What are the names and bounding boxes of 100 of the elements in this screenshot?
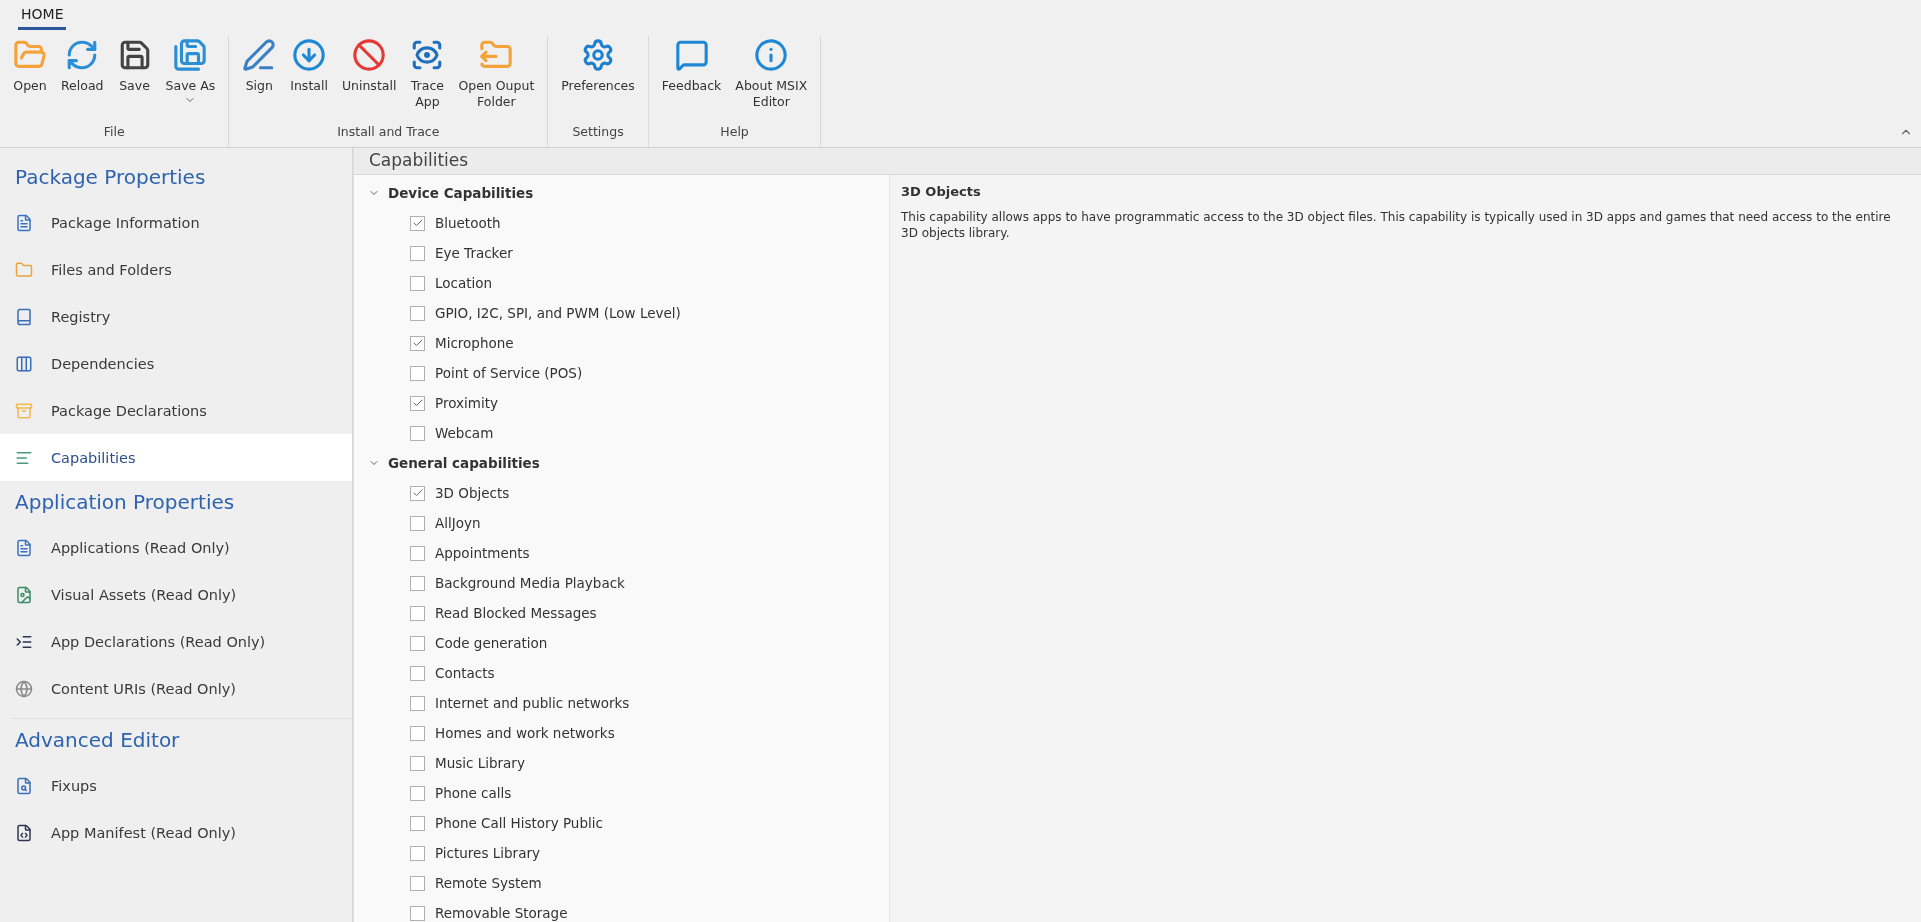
group-header[interactable]: Device Capabilities — [354, 178, 889, 208]
group-label: File — [102, 123, 126, 141]
checkbox[interactable] — [410, 335, 425, 351]
panel-title: Capabilities — [354, 148, 1921, 175]
pen-icon — [242, 38, 277, 72]
folder-icon — [15, 260, 33, 279]
ribbon-button[interactable]: Install — [283, 36, 335, 96]
ribbon-tab[interactable]: HOME — [18, 4, 67, 30]
checkbox[interactable] — [410, 395, 425, 411]
sidebar-item[interactable]: Registry — [0, 293, 352, 340]
archive-icon — [15, 401, 33, 420]
checkbox[interactable] — [410, 845, 425, 861]
document-icon — [15, 213, 33, 232]
ribbon-button[interactable]: Open — [6, 36, 54, 96]
checkbox[interactable] — [410, 275, 425, 291]
checkbox[interactable] — [410, 545, 425, 561]
checkbox[interactable] — [410, 245, 425, 261]
checkbox[interactable] — [410, 695, 425, 711]
checkbox[interactable] — [410, 785, 425, 801]
capability-label: Location — [435, 275, 493, 291]
checkbox[interactable] — [410, 605, 425, 621]
ribbon-button[interactable]: About MSIX Editor — [728, 36, 815, 112]
document-icon — [15, 538, 33, 557]
sidebar-item[interactable]: App Declarations (Read Only) — [0, 618, 352, 665]
detail-text: This capability allows apps to have programmatic access to the 3D object files. This capability is typically used in 3D apps and games that need access to the entire 3D objects library. — [901, 209, 1892, 241]
capability-label: Pictures Library — [435, 845, 540, 861]
sidebar-item[interactable]: Applications (Read Only) — [0, 524, 352, 571]
sidebar-item[interactable]: Package Declarations — [0, 387, 352, 434]
group-title: Device Capabilities — [388, 185, 534, 201]
save-as-icon — [173, 38, 208, 72]
checkbox[interactable] — [410, 815, 425, 831]
capability-label: Contacts — [435, 665, 495, 681]
code-file-icon — [15, 823, 33, 842]
group-header[interactable]: General capabilities — [354, 448, 889, 478]
sidebar-item[interactable]: Visual Assets (Read Only) — [0, 571, 352, 618]
capability-label: GPIO, I2C, SPI, and PWM (Low Level) — [435, 305, 681, 321]
capability-label: Appointments — [435, 545, 530, 561]
sidebar-item[interactable]: App Manifest (Read Only) — [0, 809, 352, 856]
ribbon-button[interactable]: Feedback — [654, 36, 729, 96]
sidebar-item[interactable]: Dependencies — [0, 340, 352, 387]
check-icon — [411, 337, 424, 349]
sidebar-item[interactable]: Files and Folders — [0, 246, 352, 293]
checkbox[interactable] — [410, 515, 425, 531]
group-label: Install and Trace — [336, 123, 441, 141]
capability-label: Removable Storage — [435, 905, 568, 921]
checkbox[interactable] — [410, 755, 425, 771]
check-icon — [411, 217, 424, 229]
detail-title: 3D Objects — [901, 184, 982, 199]
checkbox[interactable] — [410, 875, 425, 891]
capability-label: 3D Objects — [435, 485, 510, 501]
ribbon-button[interactable]: Preferences — [554, 36, 642, 96]
sidebar-item[interactable]: Capabilities — [0, 434, 352, 481]
info-icon — [754, 38, 789, 72]
section-heading: Advanced Editor — [14, 727, 181, 754]
checkbox[interactable] — [410, 575, 425, 591]
checkbox[interactable] — [410, 905, 425, 921]
ribbon-button[interactable]: Uninstall — [334, 36, 404, 96]
capability-label: Phone calls — [435, 785, 512, 801]
check-icon — [411, 487, 424, 499]
speech-bubble-icon — [674, 38, 709, 72]
globe-icon — [15, 679, 33, 698]
check-icon — [411, 397, 424, 409]
columns-icon — [15, 354, 33, 373]
capability-label: Homes and work networks — [435, 725, 615, 741]
section-heading: Application Properties — [14, 489, 236, 516]
ribbon-button[interactable]: Trace App — [403, 36, 452, 112]
checkbox[interactable] — [410, 635, 425, 651]
group-label: Help — [719, 123, 750, 141]
prohibited-icon — [352, 38, 387, 72]
checkbox[interactable] — [410, 665, 425, 681]
checkbox[interactable] — [410, 305, 425, 321]
ribbon-button[interactable]: Save — [110, 36, 159, 96]
document-search-icon — [15, 776, 33, 795]
capability-label: Phone Call History Public — [435, 815, 603, 831]
ribbon-button[interactable]: Save As — [158, 36, 223, 108]
checkbox[interactable] — [410, 365, 425, 381]
checkbox[interactable] — [410, 485, 425, 501]
capability-label: Read Blocked Messages — [435, 605, 597, 621]
sidebar-item[interactable]: Fixups — [0, 762, 352, 809]
capability-label: Code generation — [435, 635, 548, 651]
capability-label: Remote System — [435, 875, 542, 891]
group-label: Settings — [571, 123, 625, 141]
capability-label: Proximity — [435, 395, 498, 411]
download-icon — [292, 38, 327, 72]
capability-label: Point of Service (POS) — [435, 365, 583, 381]
checkbox[interactable] — [410, 725, 425, 741]
sidebar-item[interactable]: Content URIs (Read Only) — [0, 665, 352, 712]
capability-label: AllJoyn — [435, 515, 481, 531]
section-heading: Package Properties — [14, 164, 207, 191]
ribbon-button[interactable]: Sign — [235, 36, 284, 96]
ribbon-button[interactable]: Open Ouput Folder — [451, 36, 542, 112]
sidebar-item[interactable]: Package Information — [0, 199, 352, 246]
book-icon — [15, 307, 33, 326]
group-title: General capabilities — [388, 455, 540, 471]
image-icon — [15, 585, 33, 604]
ribbon-button[interactable]: Reload — [54, 36, 111, 96]
checkbox[interactable] — [410, 425, 425, 441]
checkbox[interactable] — [410, 215, 425, 231]
capability-label: Webcam — [435, 425, 494, 441]
capability-label: Microphone — [435, 335, 514, 351]
